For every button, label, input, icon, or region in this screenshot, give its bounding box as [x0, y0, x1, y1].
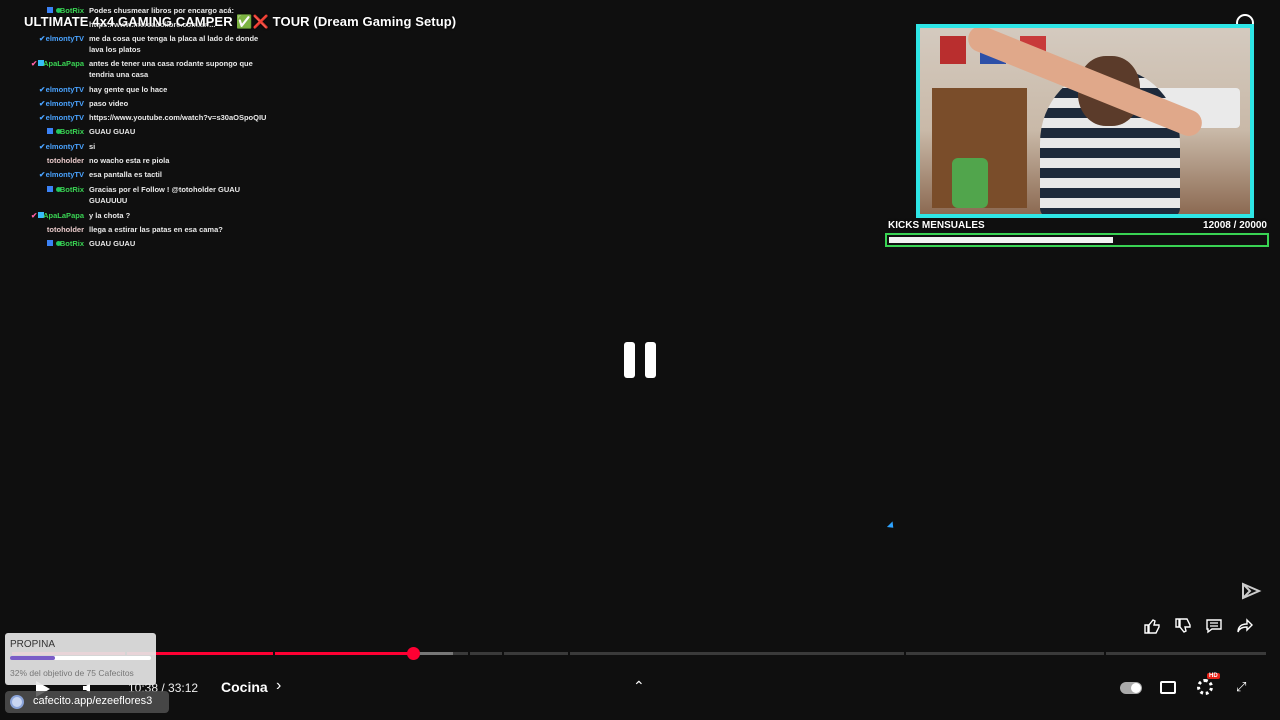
chapter-marker	[468, 652, 470, 655]
chat-username[interactable]: ApaLaPapa	[43, 210, 84, 221]
bot-badge-icon	[47, 240, 53, 246]
chevron-right-icon[interactable]: ›	[276, 677, 281, 695]
player-controls: 10:38 / 33:12 Cocina › ⌃ HD ⤢	[0, 673, 1280, 700]
bot-badge-icon	[47, 186, 53, 192]
share-icon[interactable]	[1236, 617, 1254, 635]
chat-text: si	[89, 142, 96, 151]
chat-text: https://www.youtube.com/watch?v=s30aOSpo…	[89, 113, 267, 122]
video-actions	[1143, 617, 1254, 635]
chat-username[interactable]: elmontyTV	[46, 98, 84, 109]
chapter-marker	[904, 652, 906, 655]
cafecito-link[interactable]: cafecito.app/ezeeflores3	[5, 691, 169, 713]
tip-progress-fill	[10, 656, 56, 660]
chat-username[interactable]: elmontyTV	[46, 33, 84, 44]
kicks-progress-fill	[889, 237, 1113, 243]
video-title: ULTIMATE 4x4 GAMING CAMPER ✅❌ TOUR (Drea…	[24, 14, 457, 29]
gear-icon[interactable]	[1197, 679, 1213, 695]
verified-check-icon: ✔	[39, 34, 46, 43]
cafecito-icon	[10, 695, 24, 709]
chat-username[interactable]: totoholder	[47, 155, 84, 166]
comment-icon[interactable]	[1205, 617, 1223, 635]
hd-badge: HD	[1207, 673, 1220, 679]
subtitles-icon[interactable]	[1160, 681, 1176, 694]
chat-text: esa pantalla es tactil	[89, 170, 162, 179]
chapter-title[interactable]: Cocina	[221, 679, 268, 695]
like-icon[interactable]	[1143, 617, 1161, 635]
chat-text: y la chota ?	[89, 211, 131, 220]
dislike-icon[interactable]	[1174, 617, 1192, 635]
chapter-marker	[1104, 652, 1106, 655]
progress-bar[interactable]	[12, 647, 1266, 660]
chat-text: hay gente que lo hace	[89, 85, 168, 94]
chat-username[interactable]: elmontyTV	[46, 112, 84, 123]
tip-goal-text: 32% del objetivo de 75 Cafecitos	[10, 668, 134, 678]
bot-badge-icon	[47, 128, 53, 134]
jar	[952, 158, 988, 208]
kicks-label: KICKS MENSUALES	[888, 220, 985, 231]
chapter-marker	[568, 652, 570, 655]
tip-progress-bar	[10, 656, 151, 660]
verified-check-icon: ✔	[39, 85, 46, 94]
chat-username[interactable]: elmontyTV	[46, 141, 84, 152]
brand-logo-icon[interactable]	[1240, 580, 1262, 602]
chapter-marker	[273, 652, 275, 655]
pause-icon[interactable]	[624, 342, 656, 378]
kicks-value: 12008 / 20000	[1203, 220, 1267, 231]
chapter-marker	[502, 652, 504, 655]
verified-check-icon: ✔	[31, 59, 38, 68]
chat-text: antes de tener una casa rodante supongo …	[89, 59, 253, 79]
chevron-up-icon[interactable]: ⌃	[633, 678, 645, 695]
kicks-progress-bar	[885, 233, 1269, 247]
exit-fullscreen-icon[interactable]: ⤢	[1236, 680, 1250, 694]
scrubber-handle[interactable]	[407, 647, 421, 660]
chat-text: Gracias por el Follow ! @totoholder GUAU…	[89, 185, 241, 205]
autoplay-toggle[interactable]	[1120, 682, 1142, 694]
chat-text: llega a estirar las patas en esa cama?	[89, 225, 223, 234]
tip-title: PROPINA	[10, 639, 56, 650]
chat-username[interactable]: ApaLaPapa	[43, 58, 84, 69]
bot-badge-icon	[47, 7, 53, 13]
chat-text: paso video	[89, 99, 129, 108]
poster	[940, 36, 966, 64]
chat-username[interactable]: totoholder	[47, 224, 84, 235]
verified-check-icon: ✔	[39, 170, 46, 179]
verified-check-icon: ✔	[39, 99, 46, 108]
chat-text: GUAU GUAU	[89, 127, 136, 136]
chat-text: me da cosa que tenga la placa al lado de…	[89, 34, 259, 54]
chat-username[interactable]: elmontyTV	[46, 84, 84, 95]
chat-username[interactable]: BotRix	[60, 126, 84, 137]
chat-username[interactable]: BotRix	[60, 238, 84, 249]
tip-widget: PROPINA 32% del objetivo de 75 Cafecitos	[5, 633, 156, 685]
chat-text: no wacho esta re piola	[89, 156, 170, 165]
cafecito-link-text: cafecito.app/ezeeflores3	[33, 695, 153, 707]
verified-check-icon: ✔	[39, 113, 46, 122]
chat-username[interactable]: elmontyTV	[46, 169, 84, 180]
webcam-overlay	[916, 24, 1254, 218]
verified-check-icon: ✔	[31, 211, 38, 220]
verified-check-icon: ✔	[39, 142, 46, 151]
cursor-icon	[886, 521, 897, 531]
chat-username[interactable]: BotRix	[60, 184, 84, 195]
chat-text: GUAU GUAU	[89, 239, 136, 248]
